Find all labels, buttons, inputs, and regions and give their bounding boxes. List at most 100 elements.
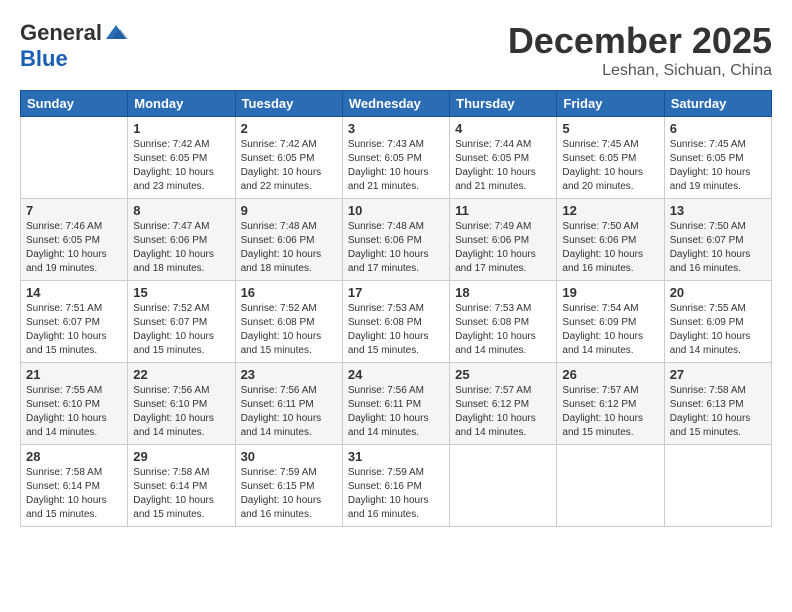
day-number: 24 [348, 367, 444, 382]
calendar-week-1: 1Sunrise: 7:42 AM Sunset: 6:05 PM Daylig… [21, 117, 772, 199]
calendar-cell: 16 Sunrise: 7:52 AM Sunset: 6:08 PM Dayli… [235, 281, 342, 363]
day-info: Sunrise: 7:59 AM Sunset: 6:15 PM Dayligh… [241, 466, 337, 522]
calendar-cell: 6 Sunrise: 7:45 AM Sunset: 6:05 PM Daylig… [664, 117, 771, 199]
day-number: 11 [455, 203, 551, 218]
day-number: 17 [348, 285, 444, 300]
day-number: 25 [455, 367, 551, 382]
day-number: 21 [26, 367, 122, 382]
calendar-cell: 31 Sunrise: 7:59 AM Sunset: 6:16 PM Dayli… [342, 445, 449, 527]
day-info: Sunrise: 7:56 AM Sunset: 6:11 PM Dayligh… [241, 384, 337, 440]
title-block: December 2025 Leshan, Sichuan, China [508, 20, 772, 80]
day-info: Sunrise: 7:57 AM Sunset: 6:12 PM Dayligh… [455, 384, 551, 440]
day-number: 5 [562, 121, 658, 136]
calendar-cell: 12Sunrise: 7:50 AM Sunset: 6:06 PM Dayli… [557, 199, 664, 281]
day-info: Sunrise: 7:53 AM Sunset: 6:08 PM Dayligh… [348, 302, 444, 358]
day-number: 15 [133, 285, 229, 300]
calendar-table: SundayMondayTuesdayWednesdayThursdayFrid… [20, 90, 772, 527]
day-number: 4 [455, 121, 551, 136]
calendar-cell: 19Sunrise: 7:54 AM Sunset: 6:09 PM Dayli… [557, 281, 664, 363]
calendar-week-3: 14 Sunrise: 7:51 AM Sunset: 6:07 PM Dayli… [21, 281, 772, 363]
day-info: Sunrise: 7:56 AM Sunset: 6:10 PM Dayligh… [133, 384, 229, 440]
day-info: Sunrise: 7:52 AM Sunset: 6:07 PM Dayligh… [133, 302, 229, 358]
day-number: 20 [670, 285, 766, 300]
day-number: 8 [133, 203, 229, 218]
day-number: 3 [348, 121, 444, 136]
calendar-cell: 2 Sunrise: 7:42 AM Sunset: 6:05 PM Daylig… [235, 117, 342, 199]
day-info: Sunrise: 7:59 AM Sunset: 6:16 PM Dayligh… [348, 466, 444, 522]
calendar-cell: 1Sunrise: 7:42 AM Sunset: 6:05 PM Daylig… [128, 117, 235, 199]
weekday-header-friday: Friday [557, 91, 664, 117]
calendar-cell: 7Sunrise: 7:46 AM Sunset: 6:05 PM Daylig… [21, 199, 128, 281]
day-info: Sunrise: 7:57 AM Sunset: 6:12 PM Dayligh… [562, 384, 658, 440]
day-number: 22 [133, 367, 229, 382]
location-text: Leshan, Sichuan, China [508, 62, 772, 80]
weekday-header-thursday: Thursday [450, 91, 557, 117]
day-info: Sunrise: 7:53 AM Sunset: 6:08 PM Dayligh… [455, 302, 551, 358]
day-number: 9 [241, 203, 337, 218]
day-info: Sunrise: 7:52 AM Sunset: 6:08 PM Dayligh… [241, 302, 337, 358]
calendar-cell: 27 Sunrise: 7:58 AM Sunset: 6:13 PM Dayli… [664, 363, 771, 445]
day-info: Sunrise: 7:48 AM Sunset: 6:06 PM Dayligh… [241, 220, 337, 276]
calendar-cell: 20 Sunrise: 7:55 AM Sunset: 6:09 PM Dayli… [664, 281, 771, 363]
day-number: 28 [26, 449, 122, 464]
calendar-cell: 10Sunrise: 7:48 AM Sunset: 6:06 PM Dayli… [342, 199, 449, 281]
weekday-header-monday: Monday [128, 91, 235, 117]
page-header: General Blue December 2025 Leshan, Sichu… [20, 20, 772, 80]
calendar-cell: 15 Sunrise: 7:52 AM Sunset: 6:07 PM Dayli… [128, 281, 235, 363]
day-info: Sunrise: 7:43 AM Sunset: 6:05 PM Dayligh… [348, 138, 444, 194]
calendar-cell: 4 Sunrise: 7:44 AM Sunset: 6:05 PM Daylig… [450, 117, 557, 199]
day-number: 31 [348, 449, 444, 464]
logo-icon [104, 21, 128, 45]
weekday-header-wednesday: Wednesday [342, 91, 449, 117]
day-info: Sunrise: 7:55 AM Sunset: 6:09 PM Dayligh… [670, 302, 766, 358]
day-number: 18 [455, 285, 551, 300]
calendar-cell [664, 445, 771, 527]
day-info: Sunrise: 7:51 AM Sunset: 6:07 PM Dayligh… [26, 302, 122, 358]
day-number: 6 [670, 121, 766, 136]
calendar-cell: 11Sunrise: 7:49 AM Sunset: 6:06 PM Dayli… [450, 199, 557, 281]
calendar-cell: 5 Sunrise: 7:45 AM Sunset: 6:05 PM Daylig… [557, 117, 664, 199]
calendar-week-2: 7Sunrise: 7:46 AM Sunset: 6:05 PM Daylig… [21, 199, 772, 281]
weekday-header-row: SundayMondayTuesdayWednesdayThursdayFrid… [21, 91, 772, 117]
day-info: Sunrise: 7:55 AM Sunset: 6:10 PM Dayligh… [26, 384, 122, 440]
day-number: 12 [562, 203, 658, 218]
calendar-cell: 29 Sunrise: 7:58 AM Sunset: 6:14 PM Dayli… [128, 445, 235, 527]
day-info: Sunrise: 7:45 AM Sunset: 6:05 PM Dayligh… [562, 138, 658, 194]
day-info: Sunrise: 7:48 AM Sunset: 6:06 PM Dayligh… [348, 220, 444, 276]
day-number: 23 [241, 367, 337, 382]
day-info: Sunrise: 7:42 AM Sunset: 6:05 PM Dayligh… [133, 138, 229, 194]
day-number: 13 [670, 203, 766, 218]
day-number: 16 [241, 285, 337, 300]
day-info: Sunrise: 7:58 AM Sunset: 6:13 PM Dayligh… [670, 384, 766, 440]
weekday-header-tuesday: Tuesday [235, 91, 342, 117]
logo-blue-text: Blue [20, 46, 68, 72]
day-number: 27 [670, 367, 766, 382]
calendar-cell [450, 445, 557, 527]
calendar-week-5: 28 Sunrise: 7:58 AM Sunset: 6:14 PM Dayli… [21, 445, 772, 527]
calendar-cell: 14 Sunrise: 7:51 AM Sunset: 6:07 PM Dayli… [21, 281, 128, 363]
day-number: 2 [241, 121, 337, 136]
calendar-cell: 24Sunrise: 7:56 AM Sunset: 6:11 PM Dayli… [342, 363, 449, 445]
calendar-cell: 13 Sunrise: 7:50 AM Sunset: 6:07 PM Dayli… [664, 199, 771, 281]
calendar-cell: 3 Sunrise: 7:43 AM Sunset: 6:05 PM Daylig… [342, 117, 449, 199]
day-number: 14 [26, 285, 122, 300]
calendar-cell: 21 Sunrise: 7:55 AM Sunset: 6:10 PM Dayli… [21, 363, 128, 445]
day-number: 19 [562, 285, 658, 300]
day-info: Sunrise: 7:58 AM Sunset: 6:14 PM Dayligh… [133, 466, 229, 522]
calendar-cell: 28 Sunrise: 7:58 AM Sunset: 6:14 PM Dayli… [21, 445, 128, 527]
day-number: 29 [133, 449, 229, 464]
weekday-header-saturday: Saturday [664, 91, 771, 117]
day-info: Sunrise: 7:58 AM Sunset: 6:14 PM Dayligh… [26, 466, 122, 522]
calendar-cell: 8Sunrise: 7:47 AM Sunset: 6:06 PM Daylig… [128, 199, 235, 281]
day-info: Sunrise: 7:44 AM Sunset: 6:05 PM Dayligh… [455, 138, 551, 194]
day-number: 30 [241, 449, 337, 464]
calendar-cell: 30 Sunrise: 7:59 AM Sunset: 6:15 PM Dayli… [235, 445, 342, 527]
calendar-cell [557, 445, 664, 527]
calendar-week-4: 21 Sunrise: 7:55 AM Sunset: 6:10 PM Dayli… [21, 363, 772, 445]
day-info: Sunrise: 7:45 AM Sunset: 6:05 PM Dayligh… [670, 138, 766, 194]
calendar-cell: 23 Sunrise: 7:56 AM Sunset: 6:11 PM Dayli… [235, 363, 342, 445]
calendar-cell: 9 Sunrise: 7:48 AM Sunset: 6:06 PM Daylig… [235, 199, 342, 281]
logo-general-text: General [20, 20, 102, 46]
day-info: Sunrise: 7:42 AM Sunset: 6:05 PM Dayligh… [241, 138, 337, 194]
day-info: Sunrise: 7:50 AM Sunset: 6:07 PM Dayligh… [670, 220, 766, 276]
